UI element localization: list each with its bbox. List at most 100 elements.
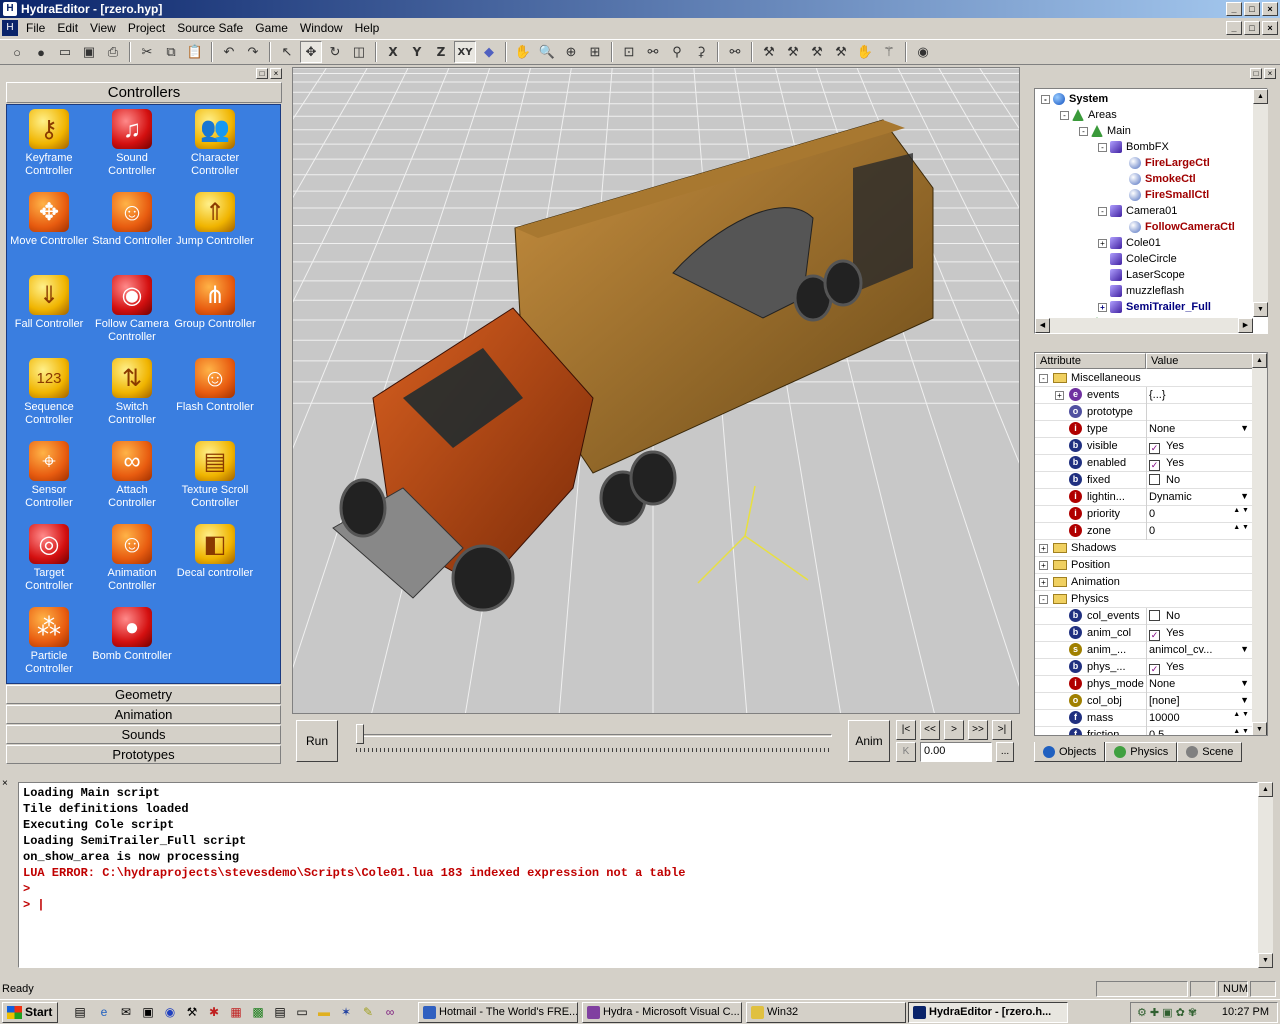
expand-icon[interactable]: + xyxy=(1055,391,1064,400)
open-folder-icon[interactable]: ▭ xyxy=(54,41,76,63)
property-value[interactable]: 10000 xyxy=(1149,712,1180,724)
controller-animation[interactable]: ☺ Animation Controller xyxy=(90,524,174,593)
checkbox[interactable]: ✓ xyxy=(1149,630,1160,641)
taskbar-button[interactable]: Win32 xyxy=(746,1002,906,1023)
property-row[interactable]: b col_events No xyxy=(1035,608,1253,625)
tree-node[interactable]: - Main xyxy=(1079,123,1131,139)
panel-restore-button[interactable]: □ xyxy=(1250,68,1262,79)
dropdown-arrow-icon[interactable]: ▼ xyxy=(1240,678,1249,688)
controller-decal-controller[interactable]: ◧ Decal controller xyxy=(173,524,257,580)
menu-game[interactable]: Game xyxy=(249,21,294,35)
rewind-button[interactable]: << xyxy=(920,720,940,740)
hand-tool-icon[interactable]: ✋ xyxy=(854,41,876,63)
property-value[interactable]: ✓ Yes xyxy=(1149,440,1184,454)
section-geometry[interactable]: Geometry xyxy=(6,685,281,704)
redo-icon[interactable]: ↷ xyxy=(242,41,264,63)
collapse-icon[interactable]: - xyxy=(1060,110,1069,120)
outlook-icon[interactable]: ✉ xyxy=(118,1004,134,1020)
property-row[interactable]: f friction 0.5 ▲ ▼ xyxy=(1035,727,1253,735)
show-desktop-icon[interactable]: ▤ xyxy=(72,1004,88,1020)
controller-group-controller[interactable]: ⋔ Group Controller xyxy=(173,275,257,331)
property-row[interactable]: i zone 0 ▲ ▼ xyxy=(1035,523,1253,540)
save-icon[interactable]: ▣ xyxy=(78,41,100,63)
section-prototypes[interactable]: Prototypes xyxy=(6,745,281,764)
axis-y-button[interactable]: Y xyxy=(406,41,428,63)
semi-truck-model[interactable] xyxy=(332,119,934,612)
property-value[interactable]: 0 xyxy=(1149,525,1155,537)
taskbar-button[interactable]: HydraEditor - [rzero.h... xyxy=(908,1002,1068,1023)
3d-viewport[interactable] xyxy=(292,67,1020,714)
tree-node[interactable]: FireSmallCtl xyxy=(1117,187,1209,203)
tree-node[interactable]: - Camera01 xyxy=(1098,203,1177,219)
property-group[interactable]: + Animation xyxy=(1035,574,1253,591)
zoom-icon[interactable]: 🔍 xyxy=(536,41,558,63)
scroll-right-arrow[interactable]: ▶ xyxy=(1238,318,1253,333)
folder-quicklaunch-icon[interactable]: ▬ xyxy=(316,1004,332,1020)
checkbox[interactable]: ✓ xyxy=(1149,443,1160,454)
scroll-up-arrow[interactable]: ▲ xyxy=(1252,353,1267,368)
last-frame-button[interactable]: >| xyxy=(992,720,1012,740)
property-row[interactable]: b visible ✓ Yes xyxy=(1035,438,1253,455)
tree-node[interactable]: ColeCircle xyxy=(1098,251,1177,267)
tree-node[interactable]: FireLargeCtl xyxy=(1117,155,1210,171)
checkbox[interactable] xyxy=(1149,474,1160,485)
mdi-close-button[interactable]: × xyxy=(1262,21,1278,35)
tray-icons[interactable]: ⚙ ✚ ▣ ✿ ✾ xyxy=(1137,1006,1197,1019)
controller-stand-controller[interactable]: ☺ Stand Controller xyxy=(90,192,174,248)
frame-selection-icon[interactable]: ⊡ xyxy=(618,41,640,63)
property-row[interactable]: o prototype xyxy=(1035,404,1253,421)
collapse-icon[interactable]: - xyxy=(1098,142,1107,152)
scroll-up-arrow[interactable]: ▲ xyxy=(1258,782,1273,797)
property-row[interactable]: b anim_col ✓ Yes xyxy=(1035,625,1253,642)
expand-icon[interactable]: + xyxy=(1039,578,1048,587)
property-value[interactable]: animcol_cv... xyxy=(1149,644,1212,656)
document-quicklaunch-icon[interactable]: ▤ xyxy=(272,1004,288,1020)
controller-target[interactable]: ◎ Target Controller xyxy=(7,524,91,593)
property-row[interactable]: i type None ▼ xyxy=(1035,421,1253,438)
tree-node[interactable]: + Cole01 xyxy=(1098,235,1161,251)
controller-character[interactable]: 👥 Character Controller xyxy=(173,109,257,178)
property-row[interactable]: b enabled ✓ Yes xyxy=(1035,455,1253,472)
controller-move-controller[interactable]: ✥ Move Controller xyxy=(7,192,91,248)
property-row[interactable]: b fixed No xyxy=(1035,472,1253,489)
menu-project[interactable]: Project xyxy=(122,21,171,35)
value-column-header[interactable]: Value xyxy=(1146,353,1253,369)
checkbox[interactable]: ✓ xyxy=(1149,664,1160,675)
tree-node[interactable]: - Areas xyxy=(1060,107,1117,123)
document-icon[interactable]: H xyxy=(2,20,18,36)
console-vscrollbar[interactable]: ▲ ▼ xyxy=(1258,782,1273,968)
tree-hscrollbar[interactable]: ◀ ▶ xyxy=(1035,318,1253,333)
fast-forward-button[interactable]: >> xyxy=(968,720,988,740)
controller-follow-camera[interactable]: ◉ Follow Camera Controller xyxy=(90,275,174,344)
rotate-icon[interactable]: ↻ xyxy=(324,41,346,63)
spinner-icon[interactable]: ▲ ▼ xyxy=(1233,507,1249,514)
new-object-icon[interactable]: ● xyxy=(30,41,52,63)
section-sounds[interactable]: Sounds xyxy=(6,725,281,744)
tab-objects[interactable]: Objects xyxy=(1034,742,1106,762)
close-button[interactable]: × xyxy=(1262,2,1278,16)
property-group[interactable]: - Miscellaneous xyxy=(1035,370,1253,387)
timeline-slider[interactable] xyxy=(356,724,832,758)
property-group[interactable]: - Physics xyxy=(1035,591,1253,608)
controller-bomb-controller[interactable]: ● Bomb Controller xyxy=(90,607,174,663)
controller-texture-scroll[interactable]: ▤ Texture Scroll Controller xyxy=(173,441,257,510)
property-value[interactable]: ✓ Yes xyxy=(1149,627,1184,641)
spinner-icon[interactable]: ▲ ▼ xyxy=(1233,711,1249,718)
property-value[interactable]: {...} xyxy=(1149,389,1166,401)
dropdown-arrow-icon[interactable]: ▼ xyxy=(1240,423,1249,433)
property-row[interactable]: s anim_... animcol_cv... ▼ xyxy=(1035,642,1253,659)
zoom-region-icon[interactable]: ⊕ xyxy=(560,41,582,63)
panel-restore-button[interactable]: □ xyxy=(256,68,268,79)
cube-view-icon[interactable]: ◆ xyxy=(478,41,500,63)
property-value[interactable]: 0 xyxy=(1149,508,1155,520)
property-value[interactable]: ✓ Yes xyxy=(1149,457,1184,471)
collapse-icon[interactable]: - xyxy=(1039,595,1048,604)
taskbar-button[interactable]: Hydra - Microsoft Visual C... xyxy=(582,1002,742,1023)
property-row[interactable]: i priority 0 ▲ ▼ xyxy=(1035,506,1253,523)
paste-icon[interactable]: 📋 xyxy=(184,41,206,63)
menu-source-safe[interactable]: Source Safe xyxy=(171,21,249,35)
controller-attach[interactable]: ∞ Attach Controller xyxy=(90,441,174,510)
checkbox[interactable]: ✓ xyxy=(1149,460,1160,471)
property-row[interactable]: i phys_mode None ▼ xyxy=(1035,676,1253,693)
expand-icon[interactable]: + xyxy=(1098,238,1107,248)
